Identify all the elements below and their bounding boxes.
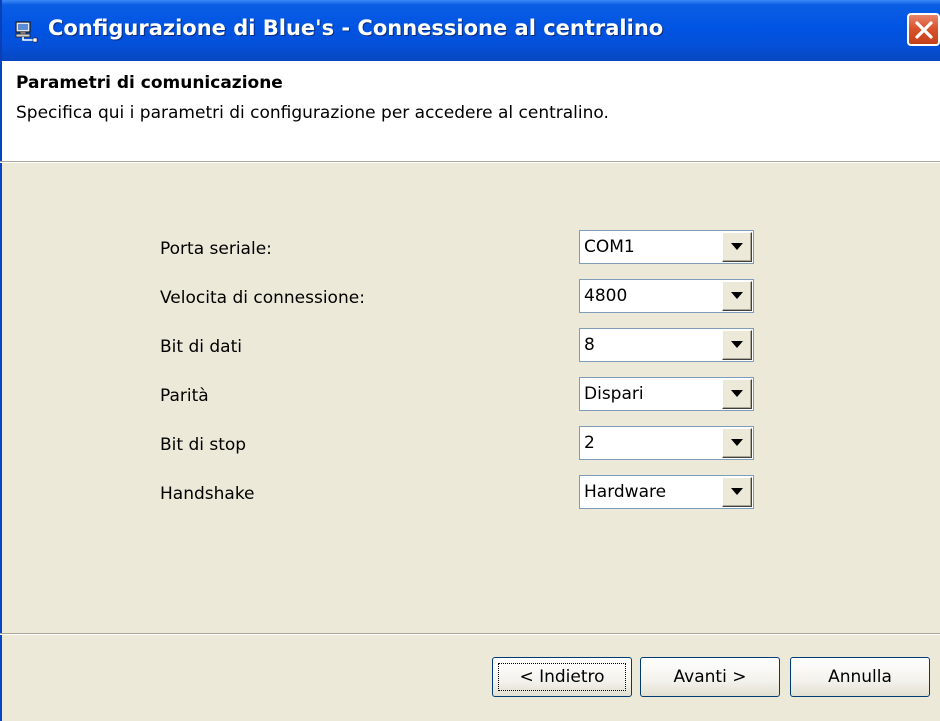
page-subtitle: Specifica qui i parametri di configurazi…: [16, 103, 609, 123]
settings-panel: Porta seriale: COM1 Velocita di connessi…: [0, 163, 940, 633]
window-title: Configurazione di Blue's - Connessione a…: [48, 16, 664, 40]
chevron-down-icon[interactable]: [722, 477, 752, 507]
data-bits-label: Bit di dati: [160, 337, 242, 357]
chevron-down-icon[interactable]: [722, 428, 752, 458]
handshake-select[interactable]: Hardware: [579, 475, 754, 509]
close-button[interactable]: [907, 13, 940, 46]
back-button-label: < Indietro: [519, 667, 605, 687]
connection-speed-label: Velocita di connessione:: [160, 288, 365, 308]
parity-label: Parità: [160, 386, 209, 406]
next-button-label: Avanti >: [673, 667, 747, 687]
handshake-label: Handshake: [160, 484, 255, 504]
chevron-down-icon[interactable]: [722, 330, 752, 360]
wizard-header: Parametri di comunicazione Specifica qui…: [0, 61, 940, 161]
stop-bits-label: Bit di stop: [160, 435, 247, 455]
serial-port-value: COM1: [584, 237, 635, 257]
title-bar[interactable]: Configurazione di Blue's - Connessione a…: [0, 0, 940, 61]
data-bits-select[interactable]: 8: [579, 328, 754, 362]
parity-value: Dispari: [584, 384, 644, 404]
wizard-footer: < Indietro Avanti > Annulla: [0, 635, 940, 721]
serial-port-label: Porta seriale:: [160, 239, 272, 259]
stop-bits-value: 2: [584, 433, 595, 453]
connection-speed-value: 4800: [584, 286, 628, 306]
page-title: Parametri di comunicazione: [16, 73, 283, 93]
parity-select[interactable]: Dispari: [579, 377, 754, 411]
data-bits-value: 8: [584, 335, 595, 355]
computer-network-icon: [14, 21, 38, 43]
back-button[interactable]: < Indietro: [492, 657, 632, 697]
cancel-button[interactable]: Annulla: [790, 657, 930, 697]
chevron-down-icon[interactable]: [722, 232, 752, 262]
connection-speed-select[interactable]: 4800: [579, 279, 754, 313]
serial-port-select[interactable]: COM1: [579, 230, 754, 264]
stop-bits-select[interactable]: 2: [579, 426, 754, 460]
next-button[interactable]: Avanti >: [640, 657, 780, 697]
chevron-down-icon[interactable]: [722, 281, 752, 311]
cancel-button-label: Annulla: [828, 667, 892, 687]
chevron-down-icon[interactable]: [722, 379, 752, 409]
handshake-value: Hardware: [584, 482, 667, 502]
